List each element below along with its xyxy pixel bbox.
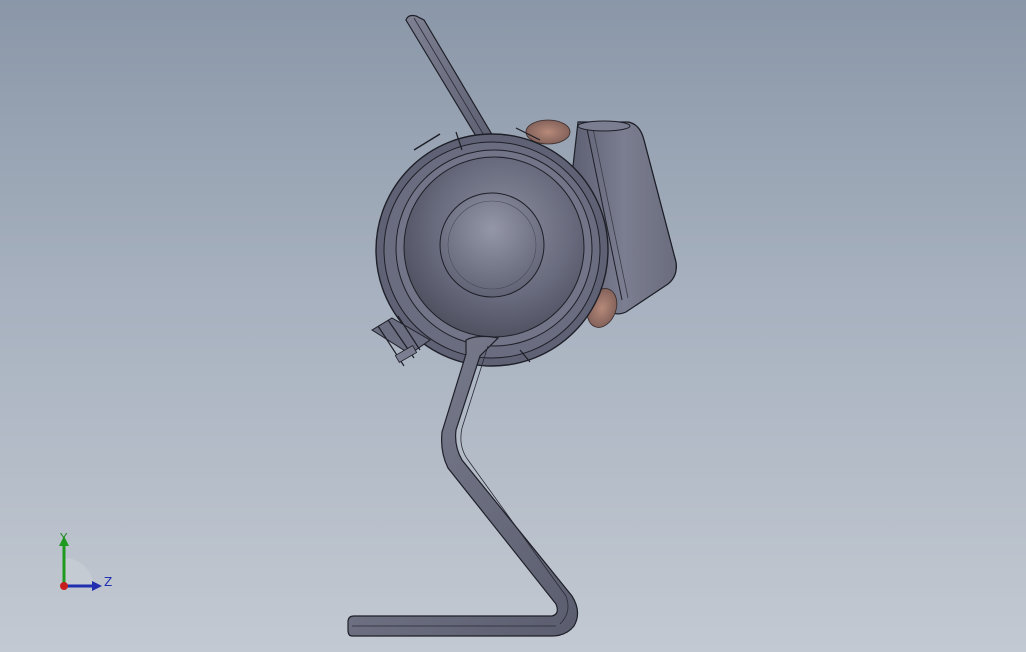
z-axis-label: Z — [104, 575, 113, 589]
hinge-accent-top — [525, 119, 571, 145]
lamp-3d-model[interactable] — [0, 0, 1026, 652]
orientation-triad: Y Z — [50, 530, 120, 600]
stand-wire[interactable] — [347, 335, 579, 637]
z-axis-arrowhead — [92, 581, 102, 591]
x-axis-dot — [60, 582, 68, 590]
y-axis-label: Y — [60, 531, 68, 545]
graphics-viewport[interactable]: Y Z — [0, 0, 1026, 652]
